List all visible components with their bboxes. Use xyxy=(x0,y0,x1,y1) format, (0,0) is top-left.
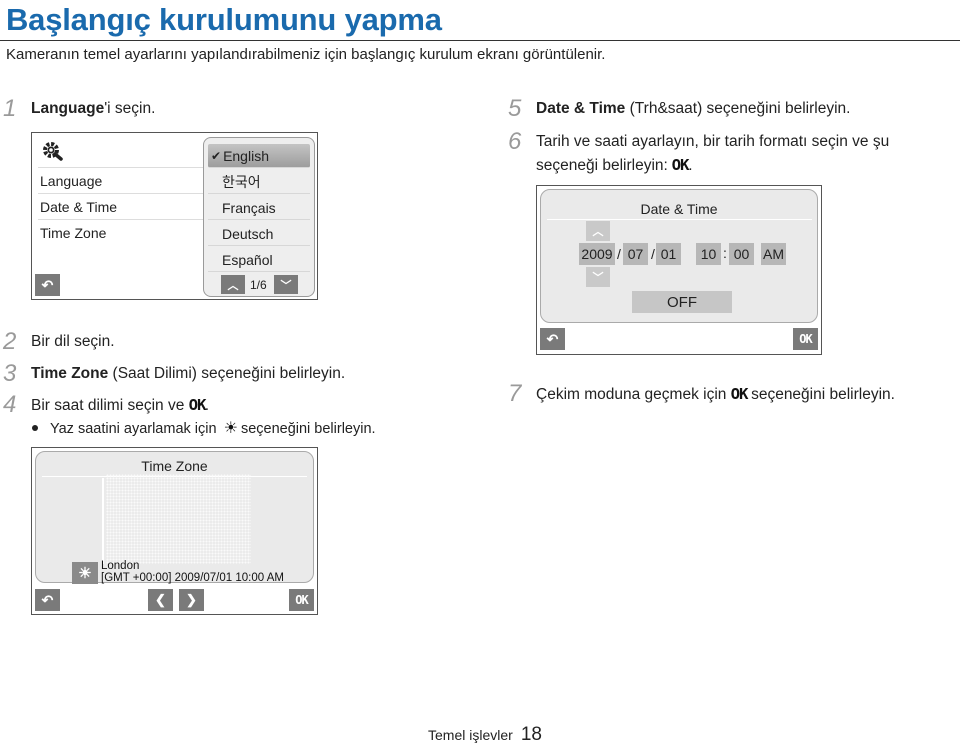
month-field[interactable]: 07 xyxy=(623,243,648,265)
bullet-text-end: seçeneğini belirleyin. xyxy=(240,421,376,437)
check-icon: ✔ xyxy=(211,148,222,163)
step-text: (Trh&saat) seçeneğini belirleyin. xyxy=(625,100,851,117)
language-option[interactable]: Deutsch xyxy=(208,222,310,246)
back-button[interactable]: ↶ xyxy=(35,589,60,611)
chevron-up-icon: ︿ xyxy=(227,279,239,292)
step-6-line-2: seçeneği belirleyin: OK. xyxy=(536,156,693,175)
time-zone-info: London [GMT +00:00] 2009/07/01 10:00 AM xyxy=(101,560,284,584)
gmt-datetime: [GMT +00:00] 2009/07/01 10:00 AM xyxy=(101,572,284,584)
bullet-dot xyxy=(32,425,38,432)
city-name: London xyxy=(101,560,140,572)
step-1: 1 Language'i seçin. xyxy=(3,95,156,122)
step-text: seçeneği belirleyin: xyxy=(536,157,673,174)
prev-button[interactable]: ❮ xyxy=(148,589,173,611)
step-text: Bir saat dilimi seçin ve xyxy=(31,397,189,414)
page-up-button[interactable]: ︿ xyxy=(221,275,245,294)
step-text-end: seçeneğini belirleyin. xyxy=(746,386,895,403)
menu-item-date-time[interactable]: Date & Time xyxy=(38,194,203,220)
back-icon: ↶ xyxy=(546,330,559,347)
menu-item-time-zone[interactable]: Time Zone xyxy=(38,220,203,246)
step-keyword: Date & Time xyxy=(536,100,626,117)
language-list: ✔ English 한국어 Français Deutsch Español ︿ … xyxy=(203,137,315,297)
settings-screen: Language Date & Time Time Zone ↶ ✔ Englis… xyxy=(31,132,318,300)
time-zone-marker xyxy=(102,478,104,564)
step-text: Çekim moduna geçmek için xyxy=(536,386,731,403)
title-divider xyxy=(0,40,960,41)
step-number: 4 xyxy=(3,391,17,418)
bullet-text: Yaz saatini ayarlamak için xyxy=(50,421,217,437)
dst-toggle[interactable]: OFF xyxy=(632,291,732,313)
step-text: Tarih ve saati ayarlayın, bir tarih form… xyxy=(536,133,890,150)
settings-gear-icon xyxy=(43,142,63,161)
page-indicator: 1/6 xyxy=(250,278,267,292)
increment-button[interactable]: ︿ xyxy=(586,221,610,241)
step-5: 5 Date & Time (Trh&saat) seçeneğini beli… xyxy=(508,95,851,122)
screen-title: Time Zone xyxy=(141,458,208,474)
page-subtitle: Kameranın temel ayarlarını yapılandırabi… xyxy=(6,46,606,63)
date-separator: / xyxy=(651,246,655,262)
step-text: 'i seçin. xyxy=(104,100,156,117)
step-2: 2 Bir dil seçin. xyxy=(3,328,115,355)
date-time-screen: Date & Time ︿ 2009 / 07 / 01 10 : 00 AM … xyxy=(536,185,822,355)
chevron-up-icon: ︿ xyxy=(592,226,604,238)
step-number: 6 xyxy=(508,128,522,155)
chevron-down-icon: ﹀ xyxy=(592,272,604,284)
step-text: (Saat Dilimi) seçeneğini belirleyin. xyxy=(108,365,346,382)
world-map[interactable] xyxy=(106,474,251,564)
hour-field[interactable]: 10 xyxy=(696,243,721,265)
step-number: 3 xyxy=(3,360,17,387)
back-button[interactable]: ↶ xyxy=(540,328,565,350)
time-zone-screen: Time Zone ☀ London [GMT +00:00] 2009/07/… xyxy=(31,447,318,615)
language-option[interactable]: 한국어 xyxy=(208,170,310,194)
ok-button[interactable]: OK xyxy=(289,589,314,611)
ok-button[interactable]: OK xyxy=(793,328,818,350)
back-icon: ↶ xyxy=(41,591,54,608)
date-time-panel: Date & Time ︿ 2009 / 07 / 01 10 : 00 AM … xyxy=(540,189,818,323)
title-divider xyxy=(547,219,812,220)
ok-icon: OK xyxy=(671,156,690,174)
time-separator: : xyxy=(723,245,727,261)
ok-icon: OK xyxy=(188,396,206,414)
sun-icon: ☀ xyxy=(223,420,238,437)
page-title: Başlangıç kurulumunu yapma xyxy=(6,2,442,37)
ok-icon: OK xyxy=(730,385,748,403)
chevron-right-icon: ❯ xyxy=(186,592,197,607)
step-keyword: Time Zone xyxy=(31,365,109,382)
page-footer: Temel işlevler 18 xyxy=(428,724,542,746)
step-number: 2 xyxy=(3,328,17,355)
dst-button[interactable]: ☀ xyxy=(72,562,98,584)
step-number: 1 xyxy=(3,95,17,122)
step-number: 5 xyxy=(508,95,522,122)
section-name: Temel işlevler xyxy=(428,727,513,743)
step-6: 6 Tarih ve saati ayarlayın, bir tarih fo… xyxy=(508,128,890,155)
screen-title: Date & Time xyxy=(640,201,718,217)
page-down-button[interactable]: ﹀ xyxy=(274,275,298,294)
step-7: 7 Çekim moduna geçmek için OK seçeneğini… xyxy=(508,380,895,407)
back-icon: ↶ xyxy=(41,276,54,293)
language-option-selected[interactable]: ✔ English xyxy=(208,144,310,168)
menu-item-language[interactable]: Language xyxy=(38,168,203,194)
step-text-end: . xyxy=(688,157,693,174)
step-number: 7 xyxy=(508,380,522,407)
sun-icon: ☀ xyxy=(78,565,92,582)
bullet-note: Yaz saatini ayarlamak için ☀ seçeneğini b… xyxy=(32,418,376,438)
day-field[interactable]: 01 xyxy=(656,243,681,265)
step-3: 3 Time Zone (Saat Dilimi) seçeneğini bel… xyxy=(3,360,346,387)
time-zone-panel: Time Zone ☀ London [GMT +00:00] 2009/07/… xyxy=(35,451,314,584)
year-field[interactable]: 2009 xyxy=(579,243,615,265)
step-text: Bir dil seçin. xyxy=(31,333,115,350)
step-keyword: Language xyxy=(31,100,105,117)
step-4: 4 Bir saat dilimi seçin ve OK. xyxy=(3,391,209,418)
ampm-field[interactable]: AM xyxy=(761,243,786,265)
date-separator: / xyxy=(617,246,621,262)
minute-field[interactable]: 00 xyxy=(729,243,754,265)
page-number: 18 xyxy=(520,724,542,745)
chevron-left-icon: ❮ xyxy=(155,592,166,607)
chevron-down-icon: ﹀ xyxy=(280,279,292,292)
back-button[interactable]: ↶ xyxy=(35,274,60,296)
decrement-button[interactable]: ﹀ xyxy=(586,267,610,287)
language-option[interactable]: Français xyxy=(208,196,310,220)
language-option[interactable]: Español xyxy=(208,248,310,272)
next-button[interactable]: ❯ xyxy=(179,589,204,611)
